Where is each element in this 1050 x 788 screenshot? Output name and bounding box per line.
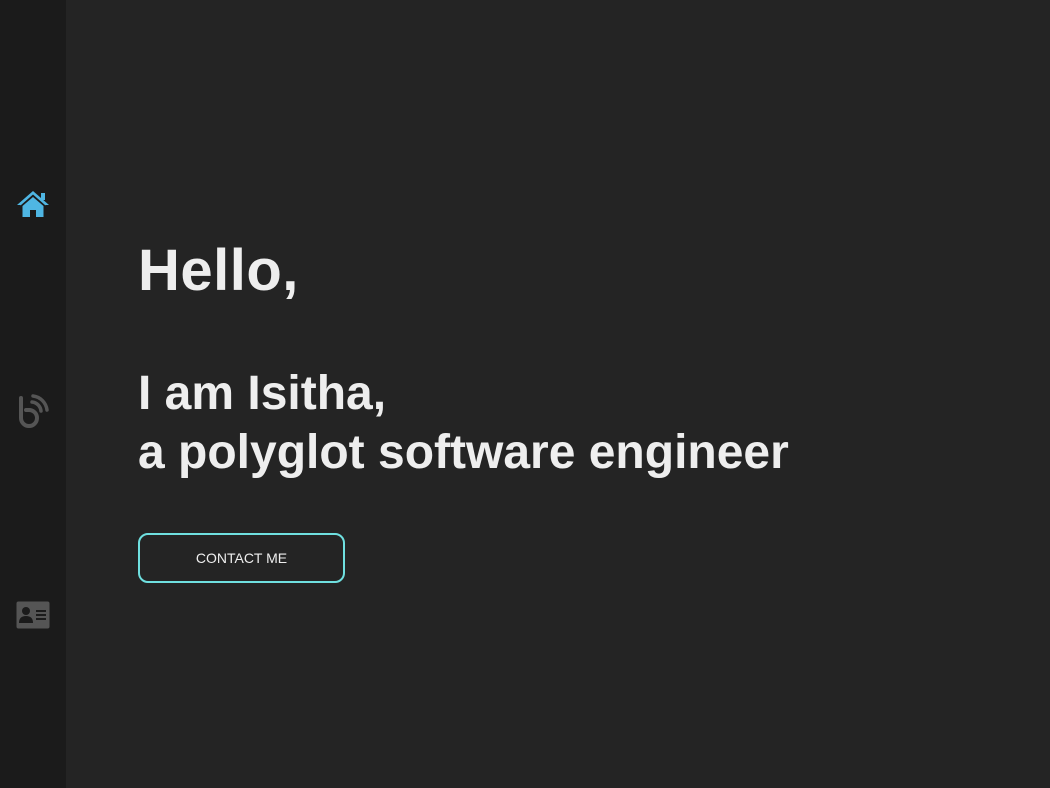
greeting-heading: Hello, xyxy=(138,238,299,303)
hero-section: Hello, I am Isitha, a polyglot software … xyxy=(138,0,1018,788)
intro-line-name: I am Isitha, xyxy=(138,367,387,420)
home-icon xyxy=(16,189,50,219)
sidebar-nav xyxy=(0,0,66,788)
blog-icon xyxy=(15,392,51,428)
contact-me-button[interactable]: CONTACT ME xyxy=(138,533,345,583)
sidebar-item-blog[interactable] xyxy=(0,390,66,430)
intro-heading: I am Isitha, a polyglot software enginee… xyxy=(138,364,789,482)
app-root: Hello, I am Isitha, a polyglot software … xyxy=(0,0,1050,788)
sidebar-item-home[interactable] xyxy=(0,184,66,224)
sidebar-item-contact[interactable] xyxy=(0,595,66,635)
contact-card-icon xyxy=(16,601,50,629)
intro-line-role: a polyglot software engineer xyxy=(138,426,789,479)
